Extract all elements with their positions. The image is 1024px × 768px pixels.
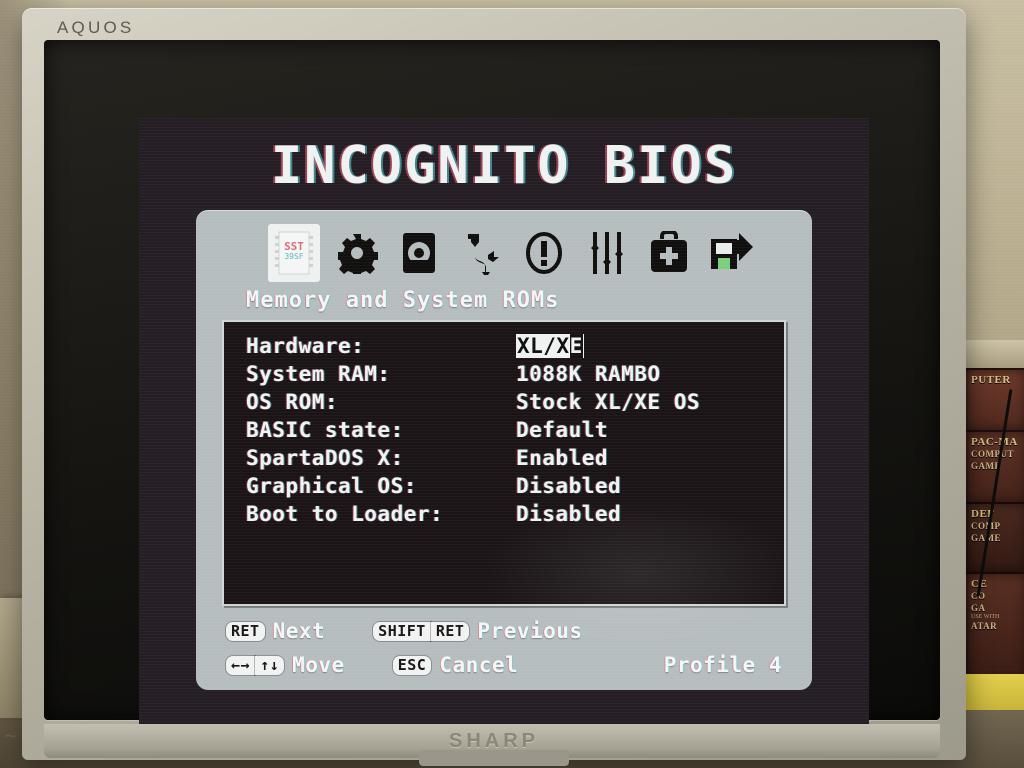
cartridge-box: PUTER bbox=[966, 368, 1024, 430]
settings-list: Hardware: XL/XE System RAM: 1088K RAMBO … bbox=[246, 332, 776, 528]
cartridge-title: PAC-MA bbox=[971, 436, 1018, 448]
setting-value[interactable]: Default bbox=[516, 418, 608, 442]
cartridge-subtitle: GAME bbox=[971, 532, 1023, 544]
first-aid-bag-icon[interactable] bbox=[643, 224, 695, 282]
setting-row-basic-state[interactable]: BASIC state: Default bbox=[246, 416, 776, 444]
hint-next: Next bbox=[272, 619, 326, 643]
setting-label: Boot to Loader: bbox=[246, 502, 444, 526]
profile-indicator: Profile 4 bbox=[663, 653, 782, 677]
cartridge-subtitle: GA bbox=[971, 603, 986, 613]
setting-label: OS ROM: bbox=[246, 390, 339, 414]
monitor-brand-aquos: AQUOS bbox=[57, 18, 135, 37]
setting-row-system-ram[interactable]: System RAM: 1088K RAMBO bbox=[246, 360, 776, 388]
setting-value[interactable]: XL/XE bbox=[516, 334, 584, 358]
setting-value[interactable]: Disabled bbox=[516, 502, 621, 526]
cartridge-title: DEF bbox=[971, 508, 995, 520]
screen: INCOGNITO BIOS SST 39SF Memory and Syste… bbox=[139, 118, 869, 728]
cursor-block: E bbox=[569, 334, 583, 358]
setting-row-os-rom[interactable]: OS ROM: Stock XL/XE OS bbox=[246, 388, 776, 416]
setting-row-boot-to-loader[interactable]: Boot to Loader: Disabled bbox=[246, 500, 776, 528]
cartridge-subtitle: COMP bbox=[971, 521, 1001, 531]
monitor-stand bbox=[419, 750, 569, 766]
cartridge-box: DEF COMP GAME bbox=[966, 502, 1024, 572]
room-scene: ~ PUTER PAC-MA COMPUT GAME DEF COMP GAME… bbox=[0, 0, 1024, 768]
shelf-edge bbox=[960, 340, 1024, 368]
hint-cancel: Cancel bbox=[439, 653, 519, 677]
cartridge-title: PUTER bbox=[971, 374, 1011, 386]
setting-value[interactable]: Disabled bbox=[516, 474, 621, 498]
settings-panel: Hardware: XL/XE System RAM: 1088K RAMBO … bbox=[222, 320, 786, 606]
key-esc[interactable]: ESC bbox=[392, 655, 432, 675]
section-title: Memory and System ROMs bbox=[246, 288, 560, 313]
setting-value[interactable]: 1088K RAMBO bbox=[516, 362, 661, 386]
setting-row-spartados-x[interactable]: SpartaDOS X: Enabled bbox=[246, 444, 776, 472]
setting-row-hardware[interactable]: Hardware: XL/XE bbox=[246, 332, 776, 360]
bios-panel: SST 39SF Memory and System ROMs Hardware… bbox=[196, 210, 812, 690]
setting-label: Hardware: bbox=[246, 334, 365, 358]
hint-previous: Previous bbox=[477, 619, 583, 643]
warning-icon[interactable] bbox=[518, 224, 570, 282]
cartridge-brand: ATAR bbox=[971, 621, 998, 631]
cartridge-box: CE CO GA USE WITH ATAR bbox=[966, 572, 1024, 680]
key-shift[interactable]: SHIFT bbox=[373, 621, 431, 641]
monitor: AQUOS INCOGNITO BIOS SST 39SF Memory and… bbox=[22, 8, 966, 766]
bios-ui: INCOGNITO BIOS SST 39SF Memory and Syste… bbox=[139, 118, 869, 728]
disk-drive-icon[interactable] bbox=[393, 224, 445, 282]
setting-label: BASIC state: bbox=[246, 418, 404, 442]
monitor-bezel: INCOGNITO BIOS SST 39SF Memory and Syste… bbox=[44, 40, 940, 728]
setting-value[interactable]: Stock XL/XE OS bbox=[516, 390, 700, 414]
setting-label: SpartaDOS X: bbox=[246, 446, 404, 470]
gear-icon[interactable] bbox=[331, 224, 383, 282]
footer-row-1: RET Next SHIFT RET Previous bbox=[226, 614, 786, 648]
setting-label: System RAM: bbox=[246, 362, 391, 386]
setting-value[interactable]: Enabled bbox=[516, 446, 608, 470]
key-ret-2[interactable]: RET bbox=[430, 621, 470, 641]
cable-connector-icon[interactable] bbox=[456, 224, 508, 282]
setting-label: Graphical OS: bbox=[246, 474, 417, 498]
page-title: INCOGNITO BIOS bbox=[270, 136, 738, 196]
setting-row-graphical-os[interactable]: Graphical OS: Disabled bbox=[246, 472, 776, 500]
yellow-strip bbox=[960, 674, 1024, 710]
footer-hints: RET Next SHIFT RET Previous ←→ ↑↓ Move E… bbox=[226, 614, 786, 682]
save-exit-icon[interactable] bbox=[706, 224, 758, 282]
sliders-icon[interactable] bbox=[581, 224, 633, 282]
svg-text:39SF: 39SF bbox=[284, 252, 303, 261]
footer-row-2: ←→ ↑↓ Move ESC Cancel Profile 4 bbox=[226, 648, 786, 682]
key-up-down-arrows[interactable]: ↑↓ bbox=[255, 655, 285, 675]
hint-move: Move bbox=[292, 653, 345, 677]
icon-toolbar[interactable]: SST 39SF bbox=[268, 220, 758, 286]
memory-chip-icon[interactable]: SST 39SF bbox=[268, 224, 320, 282]
key-ret[interactable]: RET bbox=[226, 621, 265, 641]
key-left-right-arrows[interactable]: ←→ bbox=[226, 655, 256, 675]
cartridge-subtitle: COMPUT bbox=[971, 449, 1014, 459]
